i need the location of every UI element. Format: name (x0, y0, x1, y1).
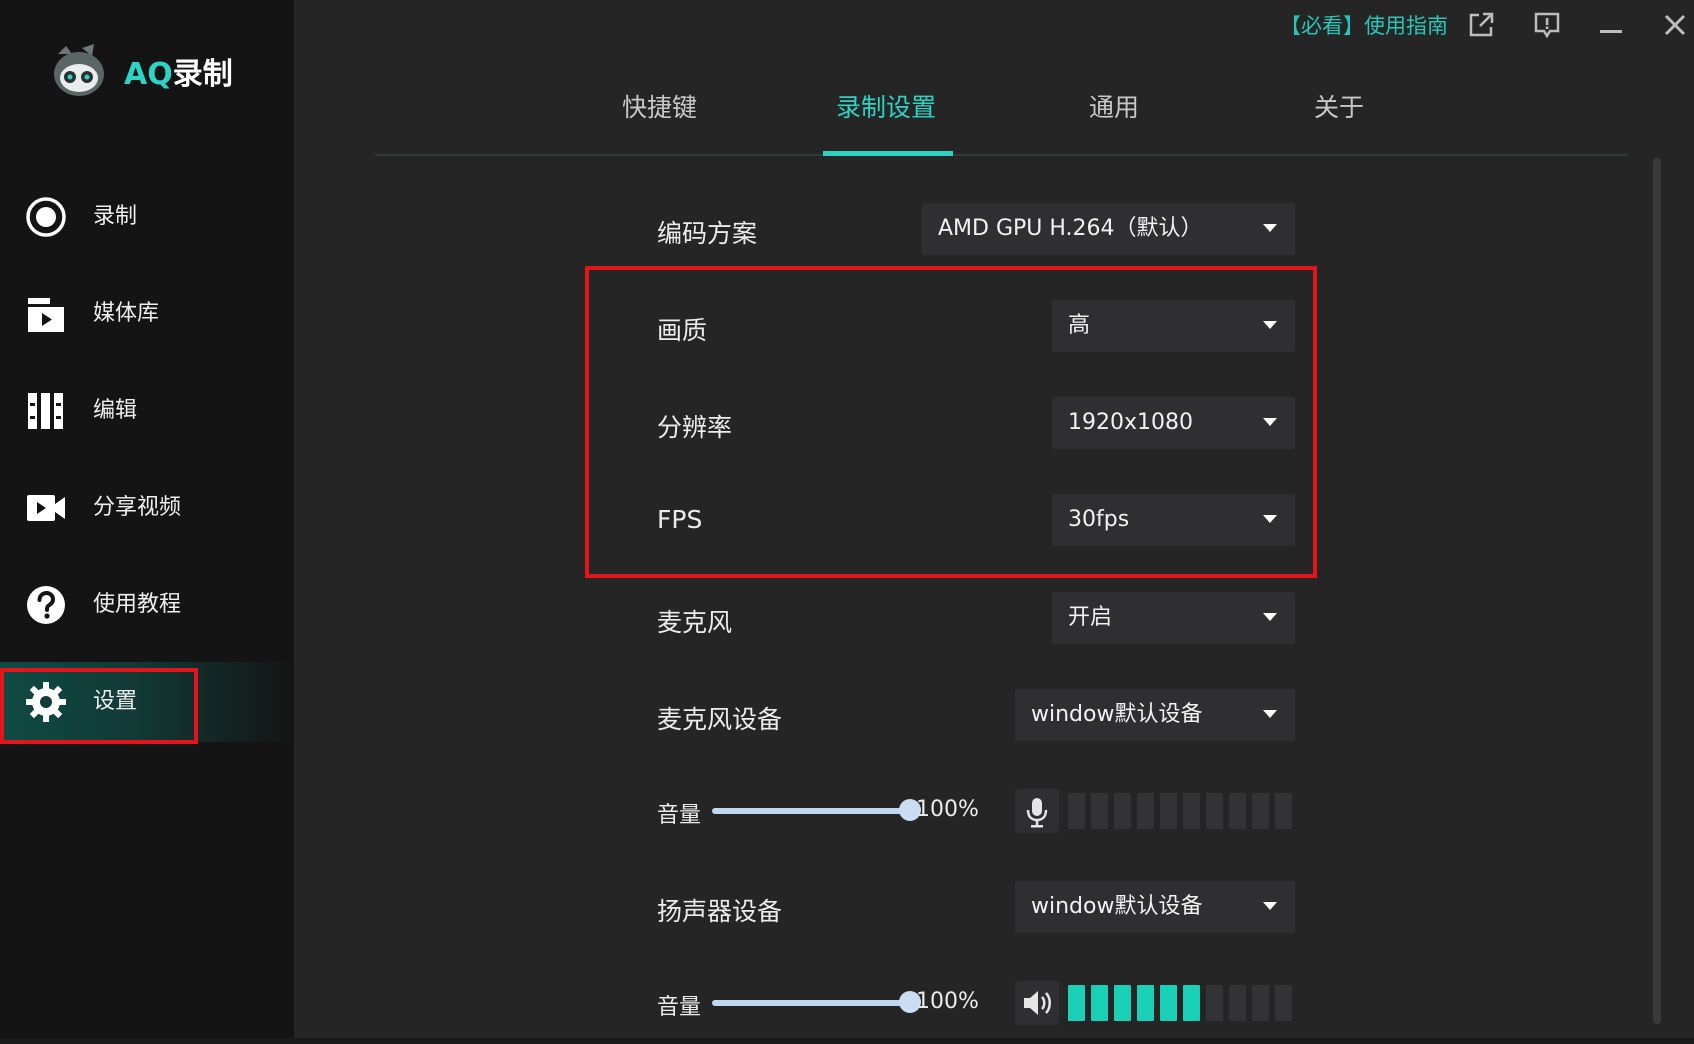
sidebar-item-share-video[interactable]: 分享视频 (0, 468, 294, 548)
mic-level-meter (1068, 793, 1292, 829)
external-link-icon[interactable] (1466, 10, 1496, 40)
meter-segment (1275, 985, 1292, 1021)
chevron-down-icon (1263, 613, 1277, 621)
guide-link[interactable]: 【必看】使用指南 (1280, 10, 1448, 40)
sidebar: AQ录制 录制 媒体库 编辑 分享视频 使用教程 设置 (0, 0, 294, 1044)
speaker-volume-percent: 100% (916, 989, 979, 1014)
mic-volume-fill (712, 808, 910, 814)
speaker-volume-label: 音量 (657, 995, 702, 1020)
chevron-down-icon (1263, 418, 1277, 426)
meter-segment (1252, 793, 1269, 829)
meter-segment (1091, 793, 1108, 829)
close-icon[interactable] (1660, 10, 1690, 40)
meter-segment (1206, 985, 1223, 1021)
quality-value: 高 (1068, 313, 1091, 338)
mic-dropdown[interactable]: 开启 (1052, 592, 1295, 644)
mic-device-label: 麦克风设备 (657, 705, 783, 734)
encoding-label: 编码方案 (657, 219, 758, 248)
speaker-device-dropdown[interactable]: window默认设备 (1015, 881, 1295, 933)
chevron-down-icon (1263, 710, 1277, 718)
meter-segment (1137, 985, 1154, 1021)
resolution-label: 分辨率 (657, 413, 733, 442)
media-library-icon (28, 298, 64, 332)
microphone-icon (1015, 789, 1059, 833)
chevron-down-icon (1263, 224, 1277, 232)
mic-volume-percent: 100% (916, 797, 979, 822)
meter-segment (1137, 793, 1154, 829)
logo-icon (54, 44, 104, 96)
edit-icon (28, 393, 63, 429)
speaker-device-value: window默认设备 (1031, 894, 1203, 919)
sidebar-item-media-library[interactable]: 媒体库 (0, 274, 294, 354)
feedback-icon[interactable] (1532, 10, 1562, 40)
meter-segment (1183, 793, 1200, 829)
meter-segment (1229, 985, 1246, 1021)
record-icon (26, 197, 66, 237)
help-icon (27, 586, 65, 624)
fps-dropdown[interactable]: 30fps (1052, 494, 1295, 546)
sidebar-item-edit[interactable]: 编辑 (0, 371, 294, 451)
sidebar-item-label: 编辑 (93, 398, 138, 423)
speaker-level-meter (1068, 985, 1292, 1021)
meter-segment (1114, 985, 1131, 1021)
app-logo: AQ录制 (48, 40, 233, 102)
speaker-volume-slider[interactable] (712, 991, 921, 1013)
resolution-value: 1920x1080 (1068, 410, 1193, 435)
sidebar-item-label: 录制 (93, 204, 138, 229)
meter-segment (1160, 793, 1177, 829)
meter-segment (1275, 793, 1292, 829)
minimize-icon[interactable] (1596, 10, 1626, 40)
scrollbar[interactable] (1653, 158, 1661, 1024)
meter-segment (1183, 985, 1200, 1021)
resolution-dropdown[interactable]: 1920x1080 (1052, 397, 1295, 449)
mic-device-value: window默认设备 (1031, 702, 1203, 727)
chevron-down-icon (1263, 321, 1277, 329)
sidebar-item-label: 媒体库 (93, 301, 160, 326)
meter-segment (1068, 985, 1085, 1021)
tab-shortcuts[interactable]: 快捷键 (622, 88, 697, 124)
encoding-value: AMD GPU H.264（默认） (938, 216, 1203, 241)
mic-value: 开启 (1068, 605, 1113, 630)
bottom-edge (0, 1038, 1694, 1044)
meter-segment (1068, 793, 1085, 829)
tab-about[interactable]: 关于 (1314, 88, 1364, 124)
tab-general[interactable]: 通用 (1089, 88, 1139, 124)
sidebar-item-label: 使用教程 (93, 592, 182, 617)
speaker-device-label: 扬声器设备 (657, 897, 783, 926)
quality-label: 画质 (657, 316, 708, 345)
encoding-dropdown[interactable]: AMD GPU H.264（默认） (922, 203, 1295, 255)
meter-segment (1160, 985, 1177, 1021)
meter-segment (1229, 793, 1246, 829)
mic-device-dropdown[interactable]: window默认设备 (1015, 689, 1295, 741)
mic-label: 麦克风 (657, 608, 733, 637)
mic-volume-slider[interactable] (712, 799, 921, 821)
app-name: AQ录制 (124, 57, 233, 92)
video-camera-icon (27, 495, 65, 521)
active-tab-indicator (823, 151, 953, 156)
sidebar-item-tutorial[interactable]: 使用教程 (0, 565, 294, 645)
chevron-down-icon (1263, 902, 1277, 910)
tabs-divider (375, 154, 1628, 156)
meter-segment (1206, 793, 1223, 829)
settings-highlight-box (0, 668, 198, 744)
meter-segment (1114, 793, 1131, 829)
meter-segment (1091, 985, 1108, 1021)
speaker-volume-fill (712, 1000, 910, 1006)
meter-segment (1252, 985, 1269, 1021)
quality-dropdown[interactable]: 高 (1052, 300, 1295, 352)
sidebar-item-record[interactable]: 录制 (0, 177, 294, 257)
speaker-icon (1015, 981, 1059, 1025)
sidebar-item-label: 分享视频 (93, 495, 182, 520)
fps-value: 30fps (1068, 507, 1130, 532)
mic-volume-label: 音量 (657, 803, 702, 828)
tab-recording-settings[interactable]: 录制设置 (836, 88, 936, 124)
chevron-down-icon (1263, 515, 1277, 523)
fps-label: FPS (657, 505, 703, 534)
